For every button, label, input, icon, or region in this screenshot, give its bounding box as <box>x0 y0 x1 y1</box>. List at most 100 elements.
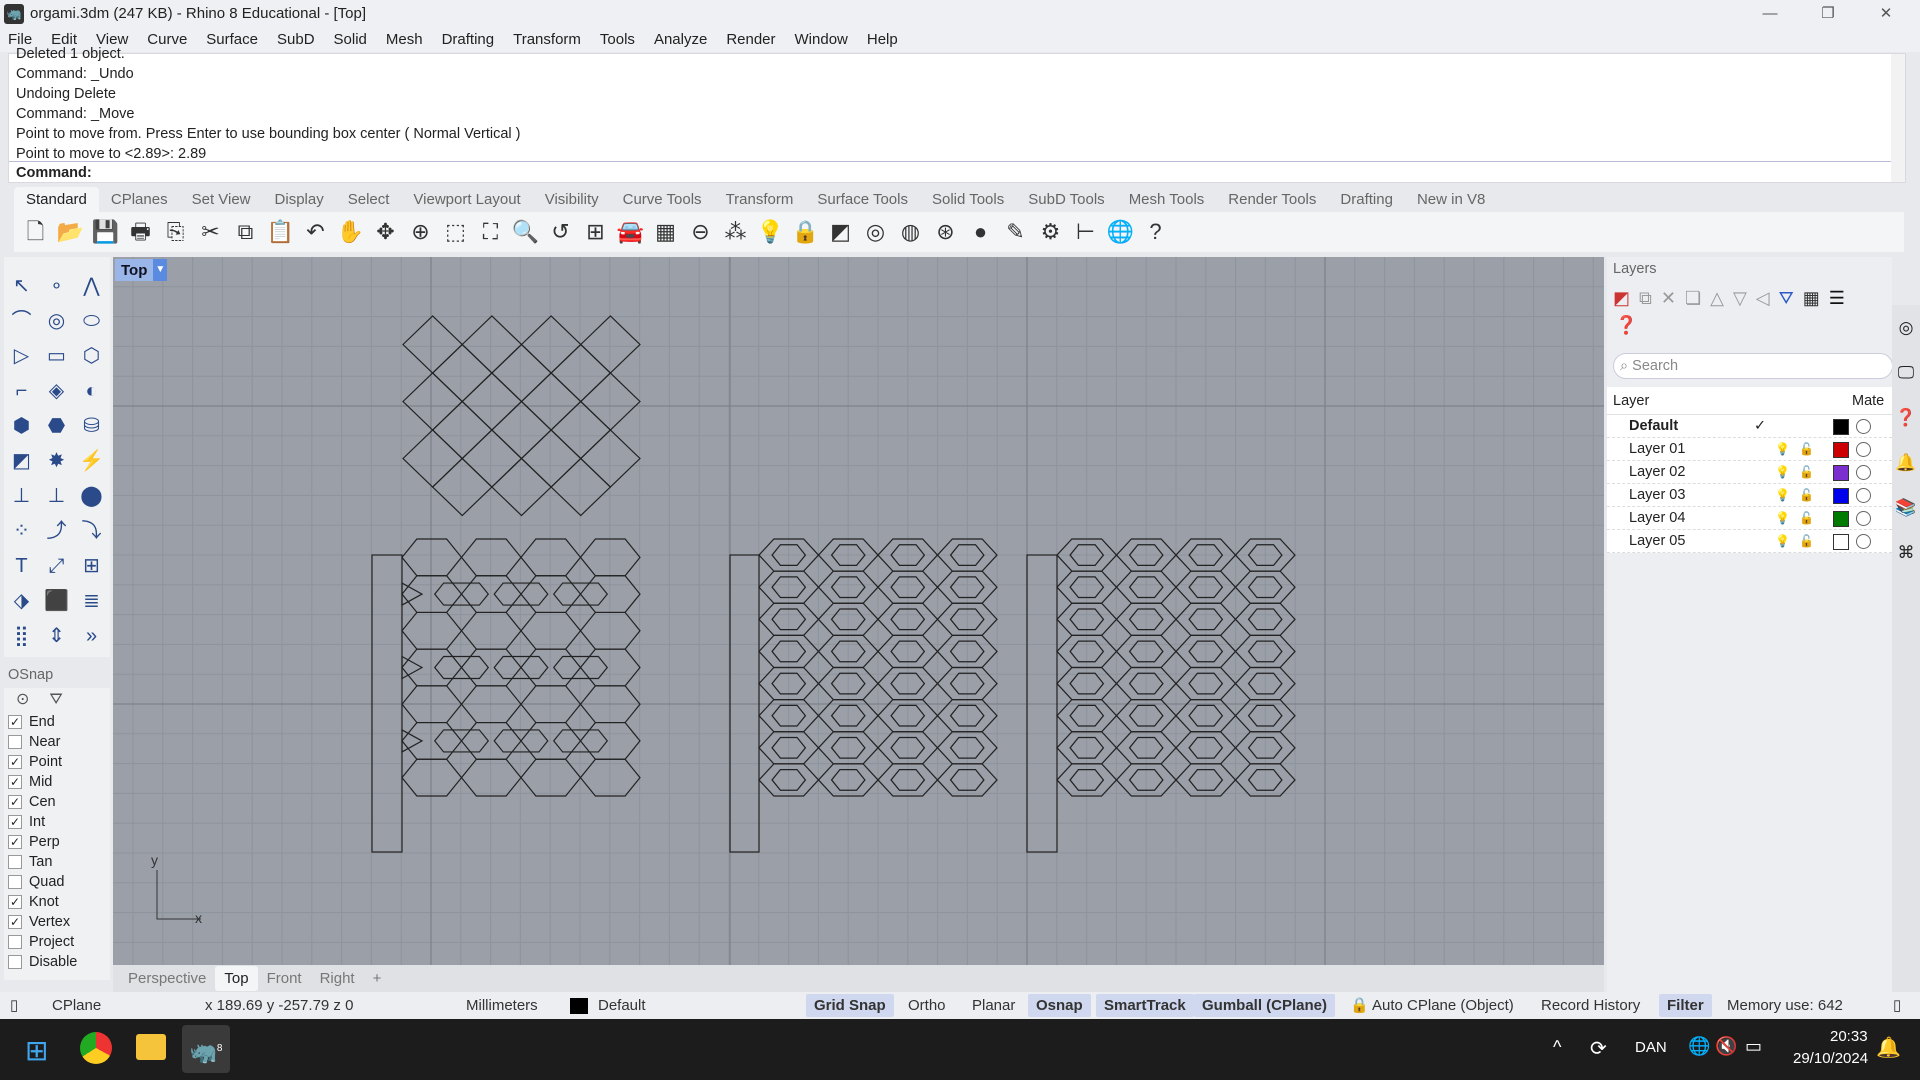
zoom-selected-icon[interactable]: 🔍 <box>508 215 543 249</box>
copy-icon[interactable]: ⧉ <box>228 215 263 249</box>
tray-chevron-icon[interactable]: ^ <box>1553 1037 1561 1058</box>
triangle-hole[interactable] <box>401 655 424 680</box>
checkbox[interactable]: ✓ <box>8 815 22 829</box>
viewport-canvas[interactable]: xy <box>113 257 1604 965</box>
tool-icon[interactable]: ⤢ <box>39 549 74 584</box>
tab-mesh-tools[interactable]: Mesh Tools <box>1117 187 1217 212</box>
diamond-cell[interactable] <box>461 315 523 374</box>
tab-cplanes[interactable]: CPlanes <box>99 187 180 212</box>
layer-unlocked-icon[interactable]: 🔓 <box>1799 530 1814 553</box>
close-button[interactable]: ✕ <box>1858 0 1914 27</box>
tool-icon[interactable]: ⇕ <box>39 619 74 654</box>
tool-icon[interactable]: ⚡ <box>74 444 109 479</box>
tool-icon[interactable]: ⌒ <box>4 304 39 339</box>
rhino-taskbar-icon[interactable]: 🦏8 <box>182 1025 230 1073</box>
delete-layer-icon[interactable]: ✕ <box>1661 288 1676 309</box>
volume-muted-icon[interactable]: 🔇 <box>1715 1036 1737 1057</box>
filter-icon[interactable]: ⛛ <box>49 688 62 712</box>
named-views-icon[interactable]: ⌘ <box>1892 530 1920 575</box>
save-icon[interactable]: 💾 <box>88 215 123 249</box>
checkbox[interactable]: ✓ <box>8 795 22 809</box>
move-up-icon[interactable]: △ <box>1710 288 1724 309</box>
tab-standard[interactable]: Standard <box>14 187 99 212</box>
layer-visible-icon[interactable]: 💡 <box>1775 530 1790 553</box>
top-viewport[interactable]: xy <box>113 257 1604 965</box>
help-panel-icon[interactable]: ❓ <box>1892 395 1920 440</box>
viewport-dropdown-icon[interactable]: ▼ <box>153 259 168 281</box>
viewport-tab-right[interactable]: Right <box>311 966 364 991</box>
diamond-cell[interactable] <box>431 343 493 403</box>
tab-solid-tools[interactable]: Solid Tools <box>920 187 1016 212</box>
auto-cplane-toggle[interactable]: Auto CPlane (Object) <box>1372 992 1514 1019</box>
layer-visible-icon[interactable]: 💡 <box>1775 461 1790 484</box>
tool-icon[interactable]: ▷ <box>4 339 39 374</box>
pen-icon[interactable]: ✎ <box>998 215 1033 249</box>
tool-icon[interactable]: ⛁ <box>74 409 109 444</box>
diamond-cell[interactable] <box>402 315 464 374</box>
diamond-cell[interactable] <box>461 429 523 488</box>
display-icon[interactable]: 🖵 <box>1892 350 1920 395</box>
osnap-toggle[interactable]: Osnap <box>1028 994 1091 1017</box>
diamond-cell[interactable] <box>402 429 464 488</box>
network-icon[interactable]: 🌐 <box>1688 1036 1710 1057</box>
pattern-band[interactable] <box>401 758 641 797</box>
grid-snap-toggle[interactable]: Grid Snap <box>806 994 894 1017</box>
tab-curve-tools[interactable]: Curve Tools <box>611 187 714 212</box>
diamond-cell[interactable] <box>550 400 612 460</box>
pattern-band[interactable] <box>401 611 641 650</box>
maximize-viewport-icon[interactable]: ▯ <box>1893 992 1901 1019</box>
tool-icon[interactable]: ⤴ <box>39 514 74 549</box>
command-history[interactable]: Deleted 1 object. Command: _Undo Undoing D… <box>8 46 1906 183</box>
units[interactable]: Millimeters <box>466 992 538 1019</box>
paste-icon[interactable]: 📋 <box>263 215 298 249</box>
clock-date[interactable]: 29/10/2024 <box>1793 1050 1868 1067</box>
tab-surface-tools[interactable]: Surface Tools <box>805 187 920 212</box>
viewport-tab-perspective[interactable]: Perspective <box>119 966 215 991</box>
checkbox[interactable]: ✓ <box>8 895 22 909</box>
zoom-icon[interactable]: ⊕ <box>403 215 438 249</box>
undo-icon[interactable]: ↶ <box>298 215 333 249</box>
filter-toggle[interactable]: Filter <box>1659 994 1712 1017</box>
tool-icon[interactable]: ◐ <box>74 374 109 409</box>
tool-icon[interactable]: ⤵ <box>74 514 109 549</box>
tool-icon[interactable]: ≣ <box>74 584 109 619</box>
tab-visibility[interactable]: Visibility <box>533 187 611 212</box>
layer-color-swatch[interactable] <box>1833 419 1849 435</box>
pattern-band[interactable] <box>401 538 641 577</box>
checkbox[interactable] <box>8 935 22 949</box>
cut-icon[interactable]: ✂ <box>193 215 228 249</box>
osnap-near[interactable]: Near <box>4 732 110 752</box>
diamond-cell[interactable] <box>550 343 612 403</box>
tab-display[interactable]: Display <box>263 187 336 212</box>
tab-render-tools[interactable]: Render Tools <box>1216 187 1328 212</box>
record-history-toggle[interactable]: Record History <box>1541 992 1640 1019</box>
lock-icon[interactable]: 🔒 <box>788 215 823 249</box>
new-icon[interactable]: 🗋 <box>18 215 53 249</box>
layer-unlocked-icon[interactable]: 🔓 <box>1799 461 1814 484</box>
library-icon[interactable]: 📚 <box>1892 485 1920 530</box>
diamond-cell[interactable] <box>431 457 493 517</box>
menu-icon[interactable]: ☰ <box>1829 288 1845 309</box>
viewport-tab-top[interactable]: Top <box>215 966 258 991</box>
language-indicator[interactable]: DAN <box>1635 1039 1667 1056</box>
tool-icon[interactable]: ⬤ <box>74 479 109 514</box>
osnap-end[interactable]: ✓ End <box>4 712 110 732</box>
tab-new-in-v8[interactable]: New in V8 <box>1405 187 1497 212</box>
triangle-hole[interactable] <box>401 728 424 753</box>
layer-row[interactable]: Layer 01 💡 🔓 <box>1607 438 1892 461</box>
gumball-toggle[interactable]: Gumball (CPlane) <box>1194 994 1336 1017</box>
layer-row[interactable]: Layer 02 💡 🔓 <box>1607 461 1892 484</box>
smarttrack-toggle[interactable]: SmartTrack <box>1096 994 1194 1017</box>
osnap-knot[interactable]: ✓ Knot <box>4 892 110 912</box>
tab-transform[interactable]: Transform <box>714 187 806 212</box>
layer-visible-icon[interactable]: 💡 <box>1775 507 1790 530</box>
grid-icon[interactable]: ▦ <box>1803 288 1820 309</box>
osnap-point[interactable]: ✓ Point <box>4 752 110 772</box>
checkbox[interactable]: ✓ <box>8 715 22 729</box>
globe-icon[interactable]: 🌐 <box>1103 215 1138 249</box>
osnap-perp[interactable]: ✓ Perp <box>4 832 110 852</box>
rotate-view-icon[interactable]: ✥ <box>368 215 403 249</box>
layer-color-swatch[interactable] <box>1833 534 1849 550</box>
checkbox[interactable]: ✓ <box>8 915 22 929</box>
tool-icon[interactable]: T <box>4 549 39 584</box>
